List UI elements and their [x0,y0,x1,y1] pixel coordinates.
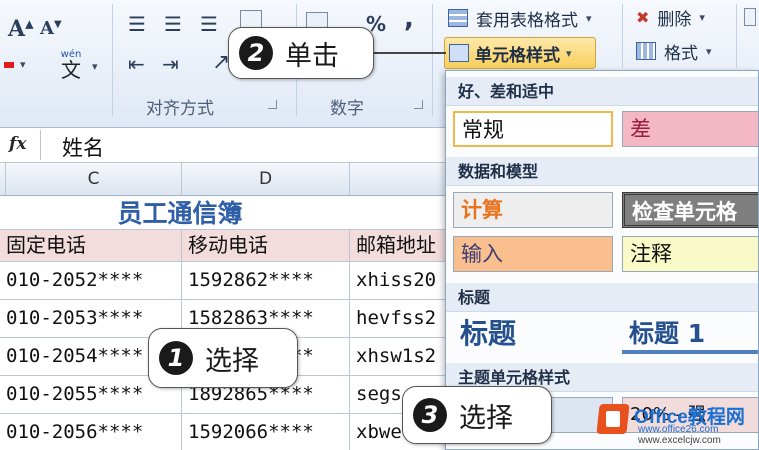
office-logo-inner [606,411,620,427]
sum-icon[interactable] [744,8,756,26]
comma-style-button[interactable]: , [404,6,414,32]
step-number-badge: 1 [159,341,193,375]
sheet-title[interactable]: 员工通信簿 [0,196,500,230]
callout-leader-line [372,52,446,54]
align-bottom-icon[interactable]: ☰ [200,14,218,34]
callout-step-1: 1 选择 [148,328,298,388]
ribbon-separator [622,4,623,68]
ribbon-separator [112,4,113,116]
table-cell[interactable]: hevfss2 [350,300,450,338]
alignment-group-label: 对齐方式 [146,99,214,119]
watermark-url: www.office26.com [638,424,719,435]
grow-font-button[interactable]: A▲ [8,18,34,40]
style-check-cell[interactable]: 检查单元格 [622,192,758,228]
chevron-down-icon: ▾ [706,44,712,58]
phonetic-dropdown-icon[interactable]: ▾ [92,60,98,73]
cell-styles-icon [449,44,469,62]
step-number-badge: 3 [413,398,447,432]
align-top-icon[interactable]: ☰ [128,14,146,34]
alignment-dialog-launcher-icon[interactable] [268,100,277,109]
table-cell[interactable]: 1592066**** [182,414,350,450]
shrink-font-button[interactable]: A▼ [40,20,62,38]
ribbon-separator [432,4,433,116]
step-instruction: 选择 [205,345,259,377]
section-data-and-model: 数据和模型 [446,157,758,186]
table-cell[interactable]: xhsw1s2 [350,338,450,376]
column-header-e[interactable] [350,163,450,196]
style-normal[interactable]: 常规 [453,111,613,147]
formula-input[interactable]: 姓名 [62,132,104,162]
chevron-down-icon: ▾ [699,10,705,24]
column-header-c[interactable]: C [6,163,182,196]
table-grid-icon [448,9,468,27]
number-group-label: 数字 [330,99,364,119]
formula-bar-divider [40,130,41,160]
style-input[interactable]: 输入 [453,236,613,272]
style-calculation[interactable]: 计算 [453,192,613,228]
decrease-indent-icon[interactable]: ⇤ [128,54,145,74]
section-titles-headings: 标题 [446,283,758,312]
delete-button[interactable]: ✖ 删除 ▾ [636,5,705,30]
step-instruction: 单击 [285,40,339,72]
table-cell[interactable]: 1592862**** [182,262,350,300]
insert-function-icon[interactable]: fx [9,134,26,154]
format-cells-icon [636,42,656,60]
style-title[interactable]: 标题 [453,314,613,354]
callout-step-2: 2 单击 [228,27,374,79]
increase-indent-icon[interactable]: ⇥ [162,54,179,74]
style-bad[interactable]: 差 [622,111,758,147]
font-color-dropdown-icon[interactable]: ▾ [20,58,26,71]
number-dialog-launcher-icon[interactable] [414,100,423,109]
ribbon-separator [736,4,737,68]
format-button[interactable]: 格式 ▾ [636,39,712,64]
step-number-badge: 2 [239,36,273,70]
column-header-d[interactable]: D [182,163,350,196]
section-good-bad-neutral: 好、差和适中 [446,77,758,106]
style-note[interactable]: 注释 [622,236,758,272]
table-cell[interactable]: xhiss20 [350,262,450,300]
font-color-swatch[interactable] [4,62,14,68]
table-cell[interactable]: 010-2052**** [0,262,182,300]
step-instruction: 选择 [459,402,513,434]
cell-styles-button[interactable]: 单元格样式 ▾ [444,37,596,69]
watermark: Office教程网 www.office26.com www.excelcjw.… [596,400,759,448]
align-middle-icon[interactable]: ☰ [164,14,182,34]
format-as-table-button[interactable]: 套用表格格式 ▾ [448,5,592,31]
table-cell[interactable]: 010-2056**** [0,414,182,450]
watermark-url-secondary: www.excelcjw.com [638,435,721,446]
header-cell-landline[interactable]: 固定电话 [0,230,182,262]
header-cell-email[interactable]: 邮箱地址 [350,230,450,262]
header-cell-mobile[interactable]: 移动电话 [182,230,350,262]
callout-step-3: 3 选择 [402,386,552,444]
chevron-down-icon: ▾ [566,46,572,60]
chevron-down-icon: ▾ [586,11,592,25]
delete-cells-icon: ✖ [636,7,650,27]
phonetic-guide-button[interactable]: wén 文 [54,50,88,82]
style-heading-1[interactable]: 标题 1 [622,314,758,354]
